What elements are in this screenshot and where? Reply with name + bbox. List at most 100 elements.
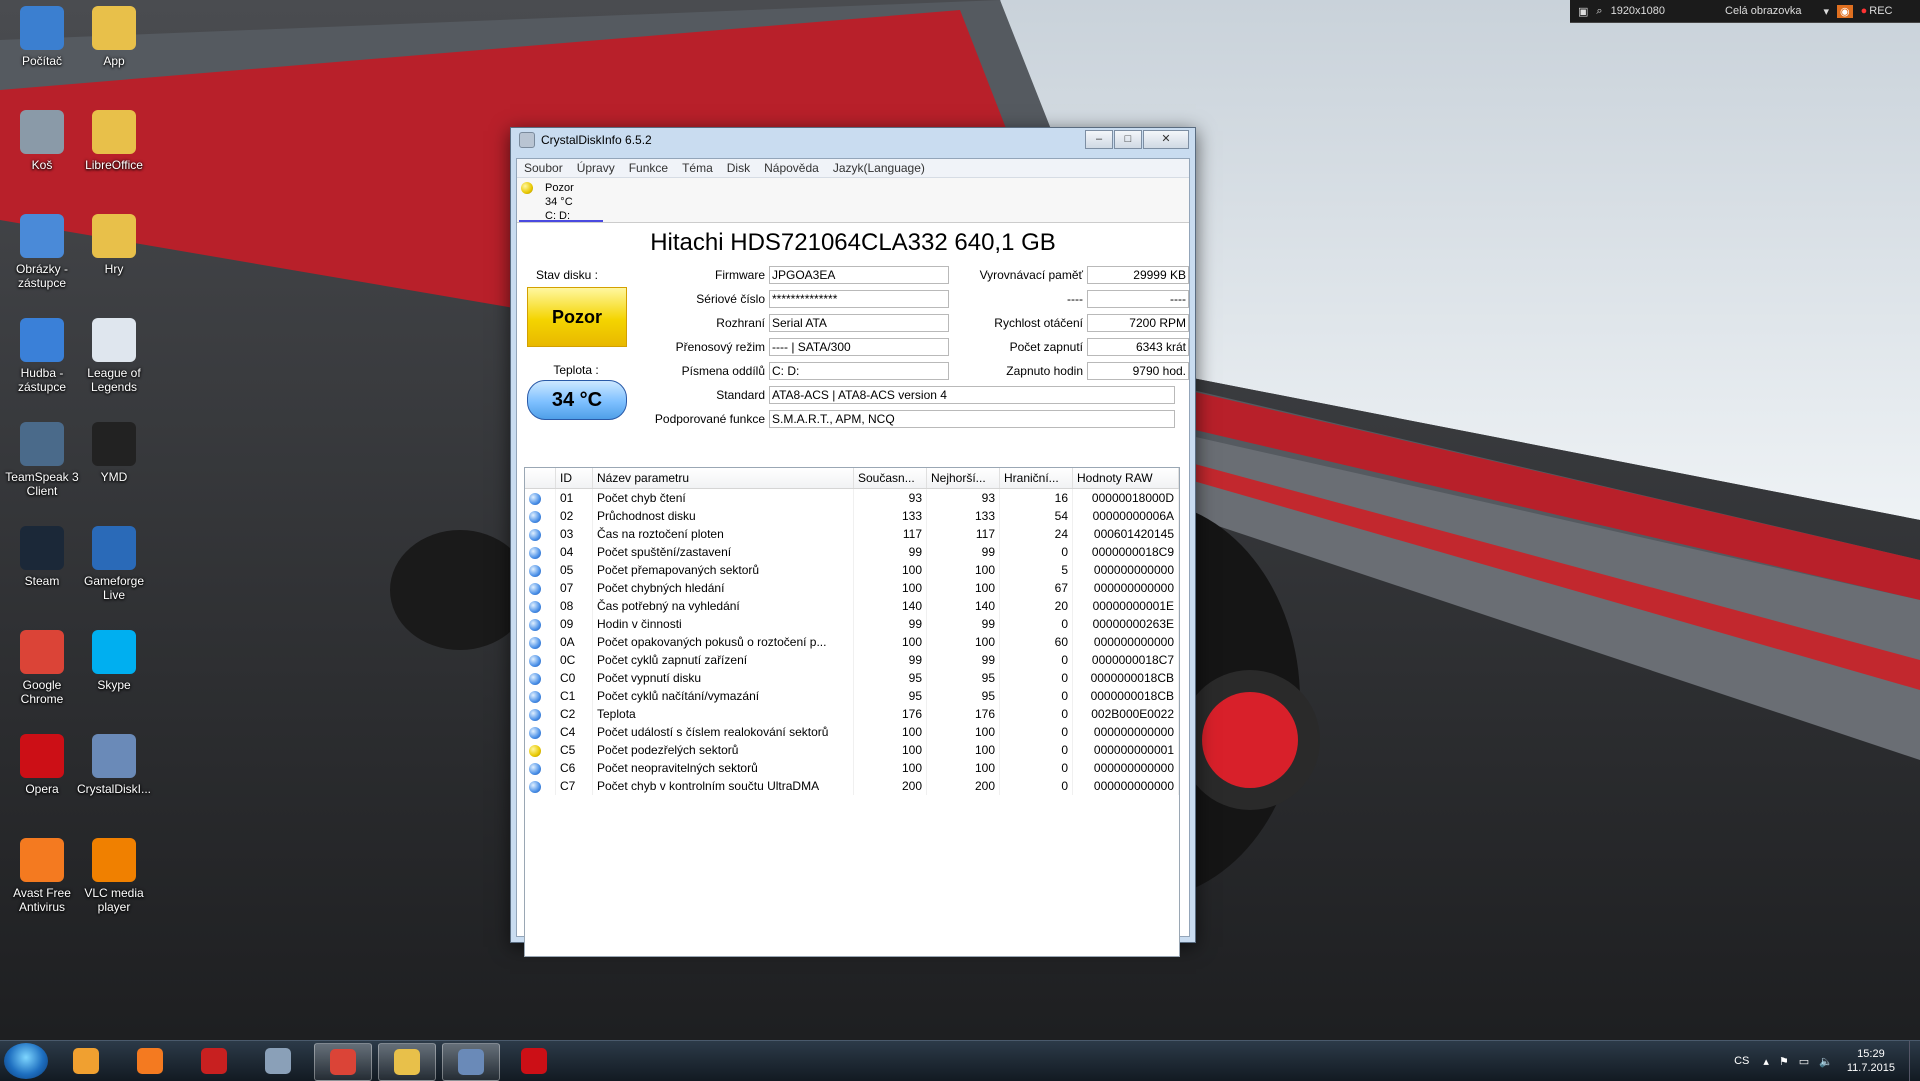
worst-cell: 100	[926, 561, 1000, 579]
screen-recorder-toolbar: ▣ ⌕ 1920x1080 Celá obrazovka ▾ ◉ ● REC	[1570, 0, 1920, 23]
desktop-icon[interactable]: CrystalDiskI...	[72, 734, 156, 796]
desktop-icon[interactable]: Gameforge Live	[72, 526, 156, 602]
worst-cell: 133	[926, 507, 1000, 525]
health-status-button[interactable]: Pozor	[527, 287, 627, 347]
buffer-field: 29999 KB	[1087, 266, 1189, 284]
id-cell: C0	[555, 669, 593, 687]
menu-soubor[interactable]: Soubor	[517, 161, 570, 175]
menu-jazyk[interactable]: Jazyk(Language)	[826, 161, 932, 175]
disk-tab-temp: 34 °C	[545, 196, 573, 208]
table-row[interactable]: C4 Počet událostí s číslem realokování se…	[525, 723, 1179, 741]
menu-napoveda[interactable]: Nápověda	[757, 161, 826, 175]
status-cell	[525, 633, 556, 651]
threshold-cell: 5	[999, 561, 1073, 579]
folder-icon	[92, 110, 136, 154]
desktop-icon[interactable]: LibreOffice	[72, 110, 156, 172]
interface-field: Serial ATA	[769, 314, 949, 332]
rec-label[interactable]: REC	[1869, 5, 1892, 17]
desktop-icon[interactable]: YMD	[72, 422, 156, 484]
table-row[interactable]: C5 Počet podezřelých sektorů 100 100 0 000000…	[525, 741, 1179, 759]
header-raw[interactable]: Hodnoty RAW	[1072, 468, 1179, 489]
menu-tema[interactable]: Téma	[675, 161, 720, 175]
worst-cell: 100	[926, 579, 1000, 597]
table-row[interactable]: 07 Počet chybných hledání 100 100 67 00000000…	[525, 579, 1179, 597]
header-threshold[interactable]: Hraniční...	[999, 468, 1073, 489]
table-row[interactable]: 0C Počet cyklů zapnutí zařízení 99 99 0 00000…	[525, 651, 1179, 669]
threshold-cell: 0	[999, 759, 1073, 777]
header-current[interactable]: Současn...	[853, 468, 927, 489]
taskbar-app-button[interactable]	[506, 1043, 562, 1079]
table-row[interactable]: 03 Čas na roztočení ploten 117 117 24 0006014…	[525, 525, 1179, 543]
name-cell: Počet událostí s číslem realokování sekt…	[592, 723, 854, 741]
taskbar-app-button[interactable]	[314, 1043, 372, 1081]
show-desktop-button[interactable]	[1909, 1041, 1920, 1081]
diskinfo-tray-icon	[265, 1048, 291, 1074]
desktop-icon[interactable]: League of Legends	[72, 318, 156, 394]
taskbar-app-button[interactable]	[442, 1043, 500, 1081]
volume-icon[interactable]: 🔈	[1819, 1055, 1833, 1068]
maximize-button[interactable]: □	[1114, 130, 1142, 149]
capture-mode-select[interactable]: Celá obrazovka	[1725, 5, 1801, 17]
desktop-icon[interactable]: App	[72, 6, 156, 68]
vlc-icon	[92, 838, 136, 882]
header-status[interactable]	[525, 468, 556, 489]
menu-funkce[interactable]: Funkce	[622, 161, 675, 175]
desktop-icon[interactable]: VLC media player	[72, 838, 156, 914]
table-row[interactable]: 09 Hodin v činnosti 99 99 0 00000000263E	[525, 615, 1179, 633]
monitor-icon[interactable]: ▣	[1578, 5, 1588, 18]
current-cell: 99	[853, 615, 927, 633]
tray-expand-icon[interactable]: ▴	[1763, 1055, 1769, 1068]
threshold-cell: 20	[999, 597, 1073, 615]
table-row[interactable]: C6 Počet neopravitelných sektorů 100 100 0 00…	[525, 759, 1179, 777]
temperature-display[interactable]: 34 °C	[527, 380, 627, 420]
taskbar-app-button[interactable]	[122, 1043, 178, 1079]
taskbar-app-button[interactable]	[378, 1043, 436, 1081]
taskbar-app-button[interactable]	[186, 1043, 242, 1079]
status-cell	[525, 687, 556, 705]
current-cell: 100	[853, 759, 927, 777]
table-row[interactable]: 05 Počet přemapovaných sektorů 100 100 5 0000…	[525, 561, 1179, 579]
window-title: CrystalDiskInfo 6.5.2	[541, 133, 652, 147]
status-cell	[525, 525, 556, 543]
id-cell: 05	[555, 561, 593, 579]
header-name[interactable]: Název parametru	[592, 468, 854, 489]
close-button[interactable]: ✕	[1143, 130, 1189, 149]
firmware-field: JPGOA3EA	[769, 266, 949, 284]
network-icon[interactable]: ▭	[1799, 1055, 1809, 1068]
desktop-icon[interactable]: Hry	[72, 214, 156, 276]
start-button[interactable]	[4, 1043, 48, 1079]
table-row[interactable]: 02 Průchodnost disku 133 133 54 00000000006A	[525, 507, 1179, 525]
camera-icon[interactable]: ◉	[1837, 4, 1853, 18]
menu-upravy[interactable]: Úpravy	[570, 161, 622, 175]
table-row[interactable]: 0A Počet opakovaných pokusů o roztočení p…	[525, 633, 1179, 651]
table-row[interactable]: C1 Počet cyklů načítání/vymazání 95 95 0 0000…	[525, 687, 1179, 705]
action-center-flag-icon[interactable]: ⚑	[1779, 1055, 1789, 1068]
table-row[interactable]: 01 Počet chyb čtení 93 93 16 00000018000D	[525, 488, 1179, 507]
disk-tab[interactable]: Pozor 34 °C C: D:	[519, 180, 603, 222]
language-indicator[interactable]: CS	[1734, 1055, 1749, 1067]
table-row[interactable]: C7 Počet chyb v kontrolním součtu UltraDM…	[525, 777, 1179, 795]
desktop-icon-label: App	[103, 54, 125, 68]
status-cell	[525, 597, 556, 615]
taskbar-app-button[interactable]	[58, 1043, 114, 1079]
desktop-icon[interactable]: Skype	[72, 630, 156, 692]
minimize-button[interactable]: –	[1085, 130, 1113, 149]
power-hours-label: Zapnuto hodin	[1006, 364, 1083, 378]
record-icon[interactable]: ●	[1861, 5, 1868, 17]
table-row[interactable]: 08 Čas potřebný na vyhledání 140 140 20 00000…	[525, 597, 1179, 615]
current-cell: 140	[853, 597, 927, 615]
table-row[interactable]: C2 Teplota 176 176 0 002B000E0022	[525, 705, 1179, 723]
table-row[interactable]: C0 Počet vypnutí disku 95 95 0 0000000018CB	[525, 669, 1179, 687]
smart-attributes-table[interactable]: ID Název parametru Současn... Nejhorší..…	[524, 467, 1180, 957]
chevron-down-icon[interactable]: ▾	[1823, 5, 1829, 18]
clock[interactable]: 15:29 11.7.2015	[1847, 1047, 1895, 1075]
header-worst[interactable]: Nejhorší...	[926, 468, 1000, 489]
table-row[interactable]: 04 Počet spuštění/zastavení 99 99 0 000000001…	[525, 543, 1179, 561]
header-id[interactable]: ID	[555, 468, 593, 489]
current-cell: 93	[853, 488, 927, 507]
zoom-icon[interactable]: ⌕	[1596, 5, 1602, 18]
transfer-mode-field: ---- | SATA/300	[769, 338, 949, 356]
menu-disk[interactable]: Disk	[720, 161, 757, 175]
taskbar-app-button[interactable]	[250, 1043, 306, 1079]
name-cell: Počet neopravitelných sektorů	[592, 759, 854, 777]
